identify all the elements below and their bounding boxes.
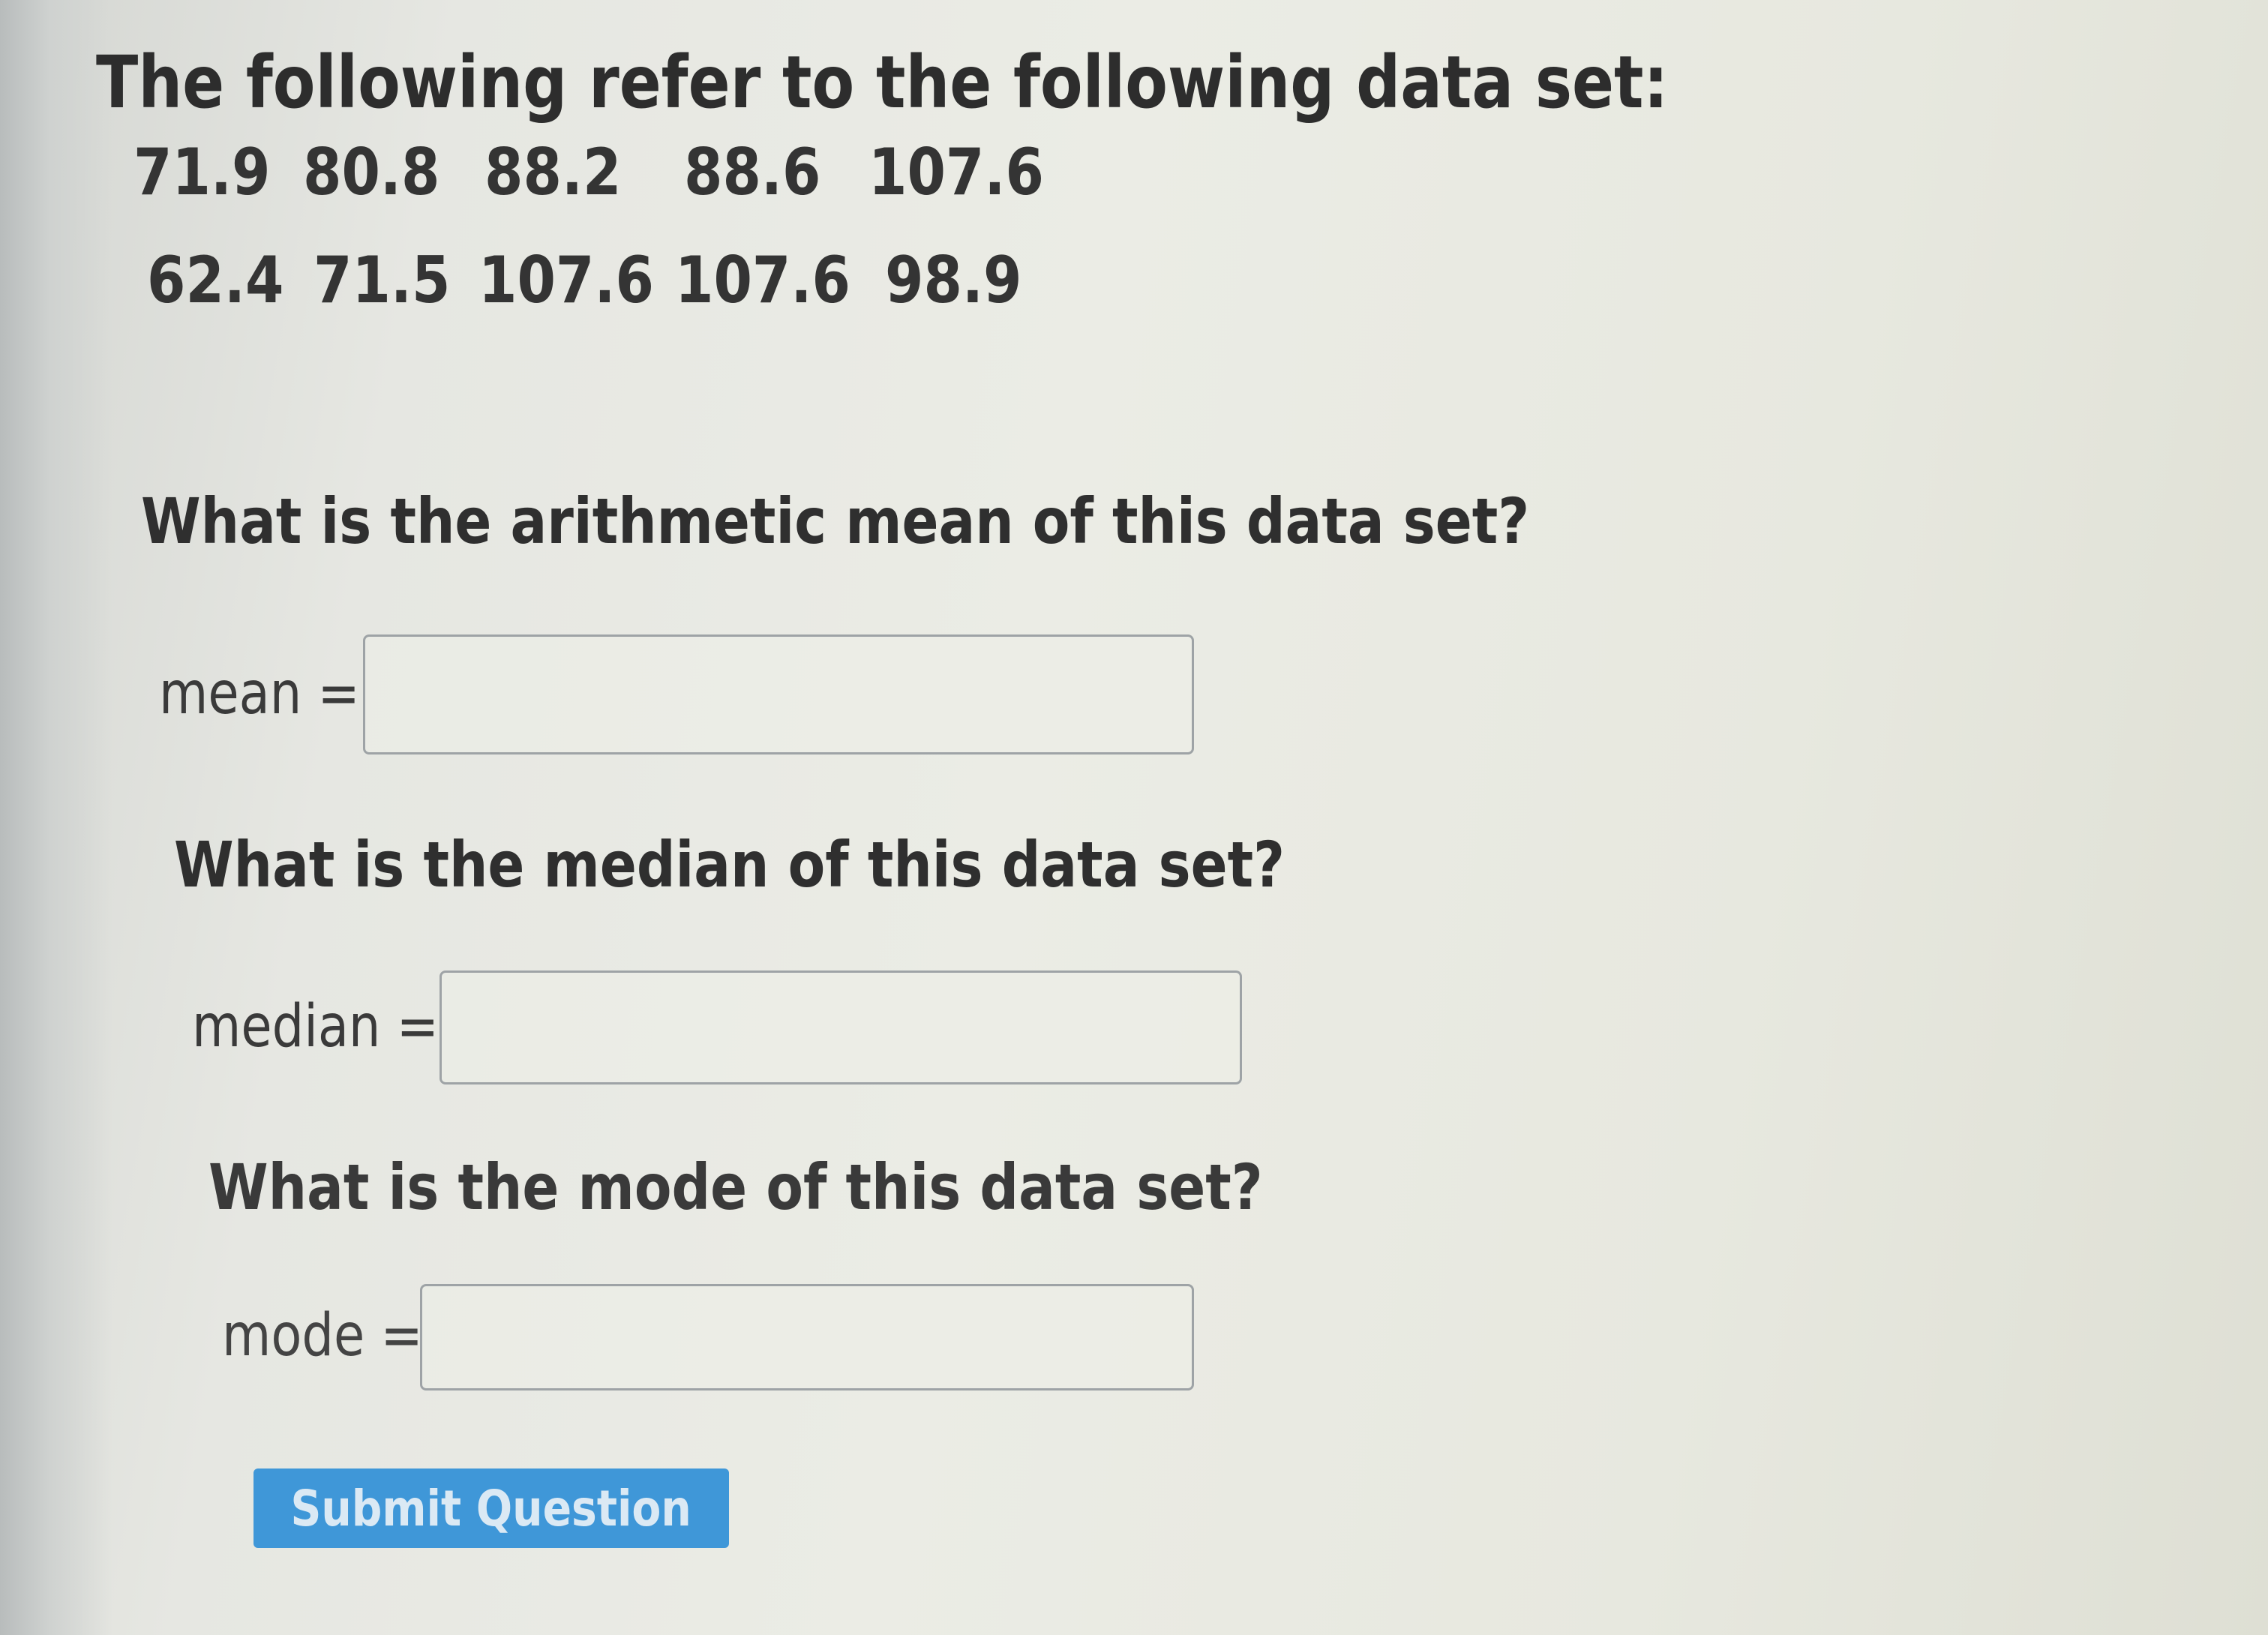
data-row-1: 71.9 80.8 88.2 88.6 107.6	[0, 135, 1050, 218]
data-value: 88.6	[684, 135, 821, 210]
data-value: 107.6	[478, 243, 654, 318]
data-value: 71.5	[314, 243, 451, 318]
mean-label: mean =	[159, 660, 360, 728]
submit-question-label: Submit Question	[290, 1479, 692, 1538]
mean-input[interactable]	[363, 634, 1194, 754]
mode-question: What is the mode of this data set?	[208, 1150, 1263, 1224]
data-row-2: 62.4 71.5 107.6 107.6 98.9	[0, 243, 1050, 326]
median-question: What is the median of this data set?	[174, 828, 1286, 902]
data-value: 107.6	[868, 135, 1044, 210]
mode-label: mode =	[222, 1302, 423, 1370]
submit-question-button[interactable]: Submit Question	[254, 1468, 729, 1548]
median-input[interactable]	[440, 970, 1242, 1084]
intro-text: The following refer to the following dat…	[96, 40, 1669, 124]
mean-question: What is the arithmetic mean of this data…	[141, 484, 1530, 558]
data-value: 62.4	[147, 243, 284, 318]
median-label: median =	[192, 993, 439, 1060]
data-value: 71.9	[134, 135, 271, 210]
mode-input[interactable]	[420, 1284, 1194, 1390]
data-value: 107.6	[675, 243, 850, 318]
data-value: 98.9	[885, 243, 1022, 318]
data-value: 80.8	[303, 135, 440, 210]
data-value: 88.2	[484, 135, 622, 210]
